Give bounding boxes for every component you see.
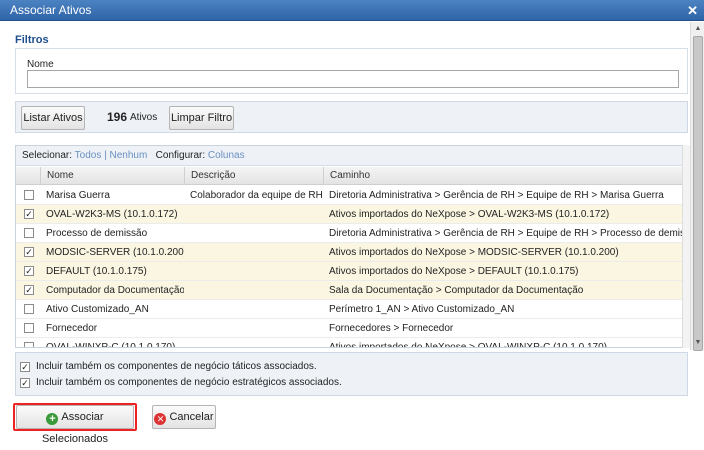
row-checkbox[interactable] xyxy=(24,342,34,347)
table-row[interactable]: Fornecedor Fornecedores > Fornecedor xyxy=(16,319,687,338)
row-path-cell: Fornecedores > Fornecedor xyxy=(329,323,454,334)
header-checkbox-column xyxy=(16,167,40,184)
asset-count: 196 xyxy=(107,110,128,124)
column-header-name[interactable]: Nome xyxy=(40,167,184,184)
row-description-cell xyxy=(184,224,323,242)
row-description-cell xyxy=(184,205,323,223)
tactical-label: Incluir também os componentes de negócio… xyxy=(36,361,317,372)
row-name-cell: MODSIC-SERVER (10.1.0.200) xyxy=(46,247,184,258)
table-row[interactable]: Processo de demissão Diretoria Administra… xyxy=(16,224,687,243)
asset-count-label: Ativos xyxy=(130,112,158,123)
row-path-cell: Ativos importados do NeXpose > DEFAULT (… xyxy=(329,266,579,277)
row-path-cell: Ativos importados do NeXpose > MODSIC-SE… xyxy=(329,247,619,258)
column-header-description[interactable]: Descrição xyxy=(184,167,323,184)
grid-toolbar: Selecionar: Todos | Nenhum Configurar: C… xyxy=(16,146,687,166)
cancel-button[interactable]: ✕ Cancelar xyxy=(152,405,216,429)
row-description-cell xyxy=(184,319,323,337)
name-input[interactable] xyxy=(27,70,679,88)
row-path-cell: Sala da Documentação > Computador da Doc… xyxy=(329,285,584,296)
row-name-cell: Computador da Documentação xyxy=(46,285,184,296)
row-path-cell: Ativos importados do NeXpose > OVAL-W2K3… xyxy=(329,209,610,220)
cancel-icon: ✕ xyxy=(154,413,167,425)
filters-section-label: Filtros xyxy=(15,34,49,46)
associate-selected-button[interactable]: + Associar Selecionados xyxy=(16,405,134,445)
row-checkbox[interactable] xyxy=(24,190,34,200)
row-description-cell xyxy=(184,243,323,261)
table-row[interactable]: ✓ Computador da Documentação Sala da Docum… xyxy=(16,281,687,300)
cancel-label: Cancelar xyxy=(169,411,214,423)
row-path-cell: Diretoria Administrativa > Gerência de R… xyxy=(329,228,688,239)
row-checkbox[interactable]: ✓ xyxy=(24,209,34,219)
table-row[interactable]: ✓ MODSIC-SERVER (10.1.0.200) Ativos import… xyxy=(16,243,687,262)
scrollbar-thumb[interactable] xyxy=(693,36,703,351)
row-path-cell: Perímetro 1_AN > Ativo Customizado_AN xyxy=(329,304,515,315)
row-name-cell: DEFAULT (10.1.0.175) xyxy=(46,266,147,277)
table-row[interactable]: Marisa Guerra Colaborador da equipe de RH… xyxy=(16,186,687,205)
row-description-cell xyxy=(184,262,323,280)
configure-columns-link[interactable]: Colunas xyxy=(208,150,245,161)
row-name-cell: Processo de demissão xyxy=(46,228,148,239)
row-name-cell: Ativo Customizado_AN xyxy=(46,304,149,315)
row-name-cell: Marisa Guerra xyxy=(46,190,110,201)
strategic-label: Incluir também os componentes de negócio… xyxy=(36,377,342,388)
grid-scrollbar[interactable] xyxy=(682,145,690,348)
strategic-checkbox[interactable]: ✓ xyxy=(20,378,30,388)
add-icon: + xyxy=(46,413,59,425)
name-label: Nome xyxy=(27,59,54,70)
row-checkbox[interactable] xyxy=(24,304,34,314)
configure-label: Configurar: xyxy=(155,150,206,161)
dialog-titlebar: Associar Ativos ✕ xyxy=(0,0,704,21)
scroll-down-icon[interactable]: ▼ xyxy=(693,338,703,348)
select-none-link[interactable]: Nenhum xyxy=(110,150,148,161)
clear-filter-button[interactable]: Limpar Filtro xyxy=(169,106,234,130)
row-path-cell: Ativos importados do NeXpose > OVAL-WINX… xyxy=(329,342,607,348)
dialog-scrollbar[interactable]: ▲ ▼ xyxy=(690,22,704,351)
dialog-title: Associar Ativos xyxy=(10,3,92,17)
assets-grid: Selecionar: Todos | Nenhum Configurar: C… xyxy=(15,145,688,348)
row-name-cell: OVAL-W2K3-MS (10.1.0.172) xyxy=(46,209,178,220)
options-panel: ✓ Incluir também os componentes de negóc… xyxy=(15,352,688,396)
row-name-cell: OVAL-WINXP-C (10.1.0.170) xyxy=(46,342,176,348)
table-row[interactable]: OVAL-WINXP-C (10.1.0.170) Ativos importad… xyxy=(16,338,687,348)
row-checkbox[interactable]: ✓ xyxy=(24,247,34,257)
filters-panel: Nome xyxy=(15,48,688,94)
list-assets-button[interactable]: Listar Ativos xyxy=(21,106,85,130)
select-separator: | xyxy=(104,150,107,161)
table-row[interactable]: ✓ OVAL-W2K3-MS (10.1.0.172) Ativos importa… xyxy=(16,205,687,224)
scroll-up-icon[interactable]: ▲ xyxy=(693,24,703,34)
row-description-cell xyxy=(184,300,323,318)
tactical-checkbox[interactable]: ✓ xyxy=(20,362,30,372)
select-label: Selecionar: xyxy=(22,150,73,161)
select-all-link[interactable]: Todos xyxy=(75,150,102,161)
grid-header: Nome Descrição Caminho xyxy=(16,167,687,185)
row-checkbox[interactable]: ✓ xyxy=(24,285,34,295)
table-row[interactable]: Ativo Customizado_AN Perímetro 1_AN > Ati… xyxy=(16,300,687,319)
filter-actions-bar: Listar Ativos 196 Ativos Limpar Filtro xyxy=(15,101,688,133)
row-description-cell: Colaborador da equipe de RH xyxy=(190,190,323,201)
row-description-cell xyxy=(184,338,323,347)
close-icon[interactable]: ✕ xyxy=(687,0,698,21)
row-checkbox[interactable] xyxy=(24,228,34,238)
table-row[interactable]: ✓ DEFAULT (10.1.0.175) Ativos importados d… xyxy=(16,262,687,281)
row-path-cell: Diretoria Administrativa > Gerência de R… xyxy=(329,190,664,201)
row-checkbox[interactable] xyxy=(24,323,34,333)
row-description-cell xyxy=(184,281,323,299)
row-checkbox[interactable]: ✓ xyxy=(24,266,34,276)
row-name-cell: Fornecedor xyxy=(46,323,98,334)
column-header-path[interactable]: Caminho xyxy=(323,167,687,184)
